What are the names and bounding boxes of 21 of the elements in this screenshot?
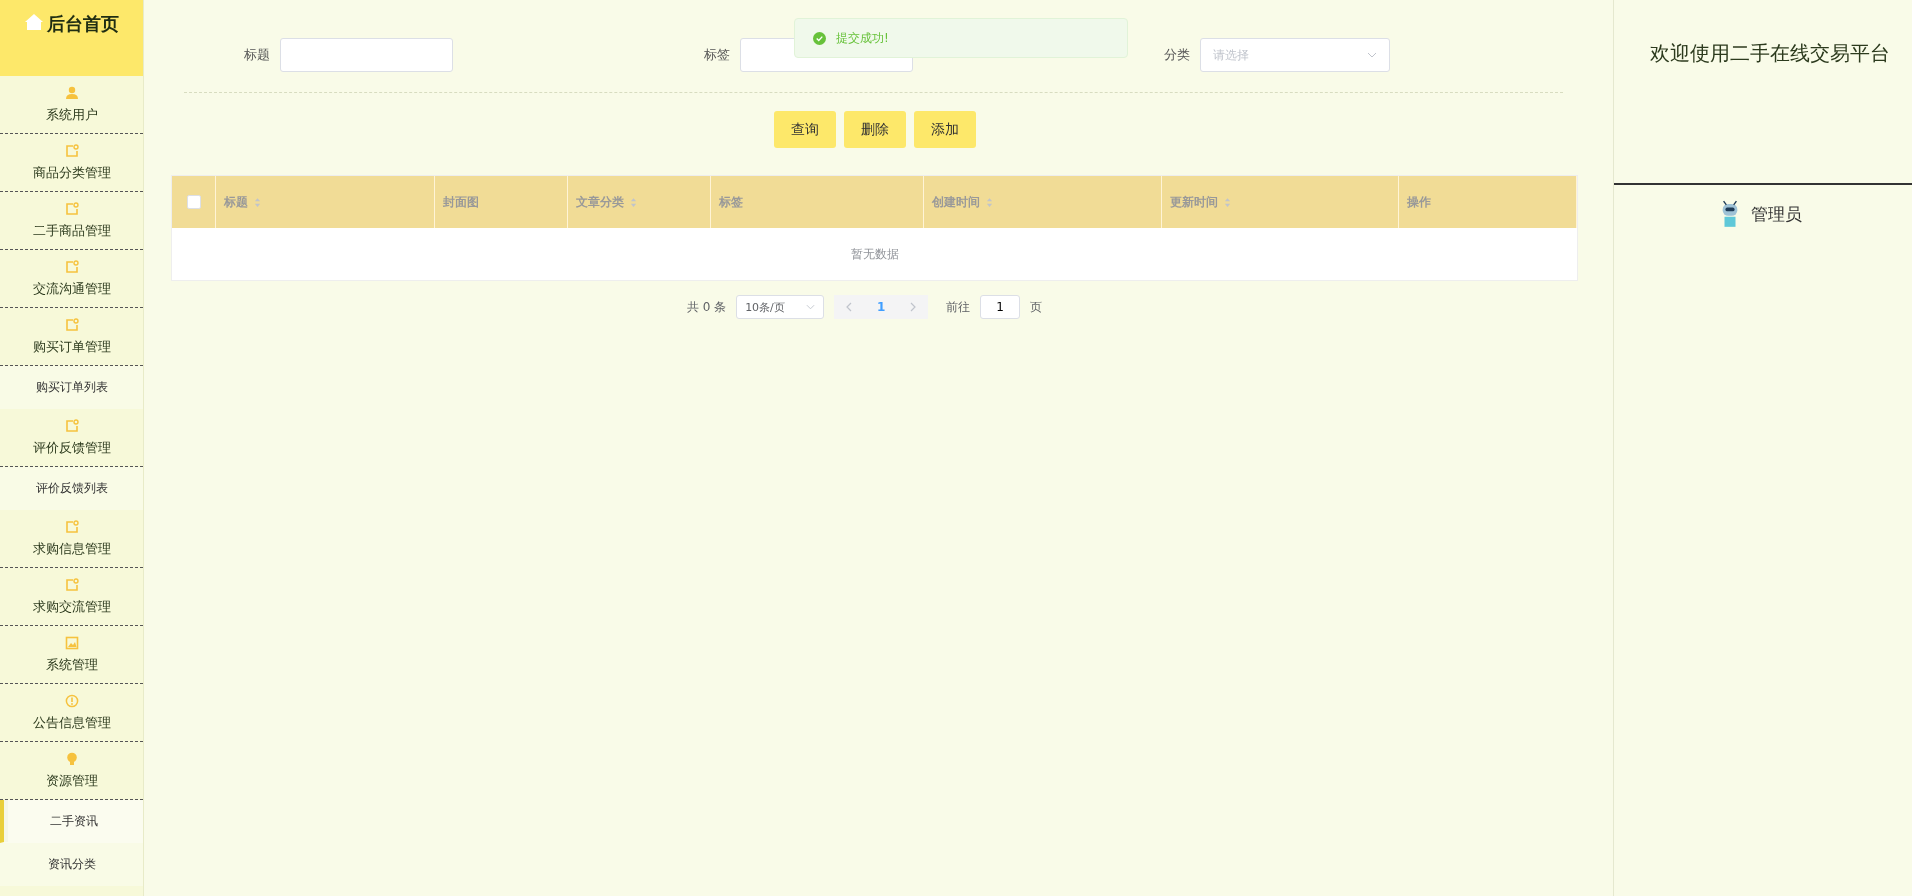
menu-label: 二手商品管理 bbox=[32, 221, 111, 240]
page-suffix: 页 bbox=[1030, 298, 1043, 316]
menu-label: 交流沟通管理 bbox=[32, 279, 111, 298]
empty-text: 暂无数据 bbox=[850, 245, 899, 263]
filter-label: 标题 bbox=[244, 46, 270, 64]
user-name: 管理员 bbox=[1750, 202, 1802, 226]
filter-label: 标签 bbox=[704, 46, 730, 64]
menu-label: 资源管理 bbox=[45, 771, 98, 790]
success-toast: 提交成功! bbox=[794, 18, 1128, 58]
menu-label: 公告信息管理 bbox=[32, 713, 111, 732]
goto-label: 前往 bbox=[946, 298, 971, 316]
total-count: 共 0 条 bbox=[686, 298, 727, 316]
filter-label: 分类 bbox=[1164, 46, 1190, 64]
menu-label: 商品分类管理 bbox=[32, 163, 111, 182]
menu-label: 购买订单管理 bbox=[32, 337, 111, 356]
menu-label: 系统用户 bbox=[45, 105, 98, 124]
menu-label: 求购交流管理 bbox=[32, 597, 111, 616]
menu-label: 评价反馈管理 bbox=[32, 438, 111, 457]
welcome-title: 欢迎使用二手在线交易平台 bbox=[1649, 40, 1891, 67]
menu-label: 系统管理 bbox=[45, 655, 98, 674]
menu-label: 求购信息管理 bbox=[32, 539, 111, 558]
